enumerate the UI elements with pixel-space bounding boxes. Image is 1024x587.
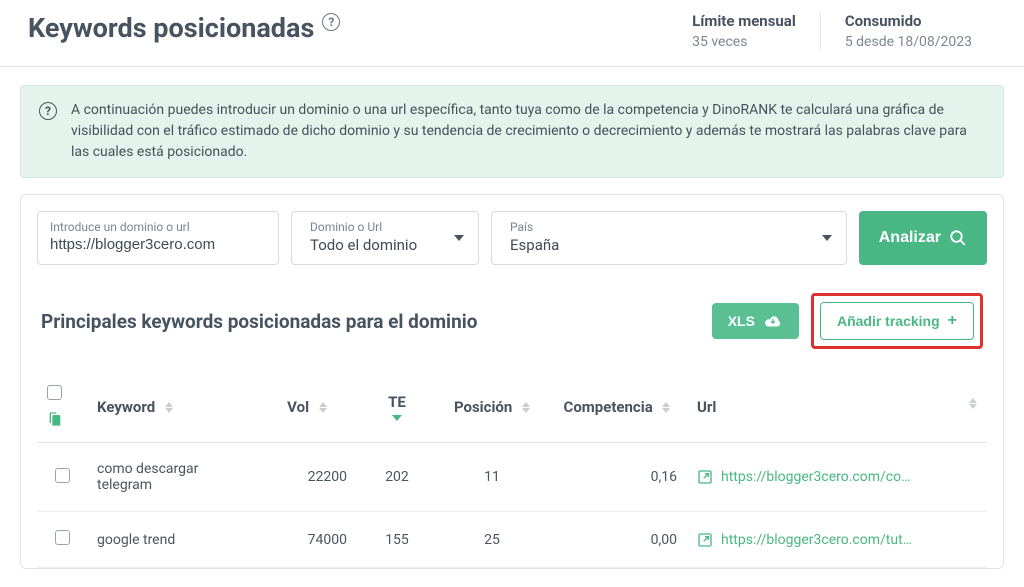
scope-label: Dominio o Url (310, 220, 466, 234)
section-actions: XLS Añadir tracking + (712, 293, 983, 349)
scope-value: Todo el dominio (310, 236, 466, 254)
domain-field[interactable]: Introduce un dominio o url (37, 211, 279, 265)
cell-keyword: google trend (87, 512, 257, 568)
keywords-table: Keyword Vol TE Posición (37, 371, 987, 568)
sort-icon (319, 402, 327, 413)
scope-select[interactable]: Dominio o Url Todo el dominio (291, 211, 479, 265)
table-header-row: Keyword Vol TE Posición (37, 371, 987, 443)
monthly-limit-value: 35 veces (692, 34, 796, 50)
xls-label: XLS (728, 313, 755, 329)
cell-posicion: 11 (437, 443, 547, 512)
col-url[interactable]: Url (687, 371, 987, 443)
url-link[interactable]: https://blogger3cero.com/co… (721, 469, 910, 485)
domain-field-label: Introduce un dominio o url (50, 220, 266, 234)
consumed-value: 5 desde 18/08/2023 (845, 34, 972, 50)
cell-vol: 22200 (257, 443, 357, 512)
external-link-icon[interactable] (697, 469, 713, 485)
info-text: A continuación puedes introducir un domi… (71, 100, 985, 163)
title-wrap: Keywords posicionadas ? (28, 12, 340, 44)
consumed-label: Consumido (845, 12, 972, 30)
export-xls-button[interactable]: XLS (712, 303, 799, 339)
cloud-download-icon (763, 314, 783, 328)
table-row: como descargar telegram 22200 202 11 0,1… (37, 443, 987, 512)
cell-url: https://blogger3cero.com/tut… (687, 512, 987, 568)
country-select[interactable]: País España (491, 211, 847, 265)
sort-icon (662, 402, 670, 413)
domain-input[interactable] (50, 236, 266, 253)
analyze-button[interactable]: Analizar (859, 211, 987, 265)
content: ? A continuación puedes introducir un do… (0, 67, 1024, 587)
chevron-down-icon (454, 235, 464, 241)
section-title: Principales keywords posicionadas para e… (41, 310, 477, 333)
sort-icon (165, 402, 173, 413)
add-tracking-button[interactable]: Añadir tracking + (820, 302, 974, 340)
info-banner: ? A continuación puedes introducir un do… (20, 85, 1004, 178)
tracking-highlight: Añadir tracking + (811, 293, 983, 349)
cell-url: https://blogger3cero.com/co… (687, 443, 987, 512)
col-vol[interactable]: Vol (257, 371, 357, 443)
monthly-limit-label: Límite mensual (692, 12, 796, 30)
section-head: Principales keywords posicionadas para e… (37, 293, 987, 349)
controls-row: Introduce un dominio o url Dominio o Url… (37, 211, 987, 265)
col-te[interactable]: TE (357, 371, 437, 443)
cell-posicion: 25 (437, 512, 547, 568)
search-icon (949, 229, 967, 247)
limits: Límite mensual 35 veces Consumido 5 desd… (668, 12, 996, 50)
main-card: Introduce un dominio o url Dominio o Url… (20, 194, 1004, 569)
select-all-checkbox[interactable] (47, 385, 62, 400)
consumed-block: Consumido 5 desde 18/08/2023 (820, 12, 996, 50)
info-icon: ? (39, 102, 57, 120)
row-checkbox[interactable] (55, 530, 70, 545)
sort-icon (522, 402, 530, 413)
cell-competencia: 0,00 (547, 512, 687, 568)
col-keyword[interactable]: Keyword (87, 371, 257, 443)
cell-vol: 74000 (257, 512, 357, 568)
external-link-icon[interactable] (697, 532, 713, 548)
cell-te: 202 (357, 443, 437, 512)
cell-te: 155 (357, 512, 437, 568)
col-competencia[interactable]: Competencia (547, 371, 687, 443)
copy-icon[interactable] (47, 410, 63, 428)
col-posicion[interactable]: Posición (437, 371, 547, 443)
url-link[interactable]: https://blogger3cero.com/tut… (721, 532, 912, 548)
page-title: Keywords posicionadas (28, 12, 314, 44)
row-checkbox[interactable] (55, 468, 70, 483)
plus-icon: + (948, 312, 957, 330)
sort-down-active-icon (392, 415, 402, 421)
page-header: Keywords posicionadas ? Límite mensual 3… (0, 0, 1024, 67)
chevron-down-icon (822, 235, 832, 241)
help-icon[interactable]: ? (322, 13, 340, 31)
country-value: España (510, 236, 834, 254)
tracking-label: Añadir tracking (837, 313, 940, 329)
table-row: google trend 74000 155 25 0,00 https://b… (37, 512, 987, 568)
cell-keyword: como descargar telegram (87, 443, 257, 512)
cell-competencia: 0,16 (547, 443, 687, 512)
col-select (37, 371, 87, 443)
sort-icon (969, 398, 977, 409)
country-label: País (510, 220, 834, 234)
monthly-limit-block: Límite mensual 35 veces (668, 12, 820, 50)
analyze-label: Analizar (879, 229, 941, 247)
